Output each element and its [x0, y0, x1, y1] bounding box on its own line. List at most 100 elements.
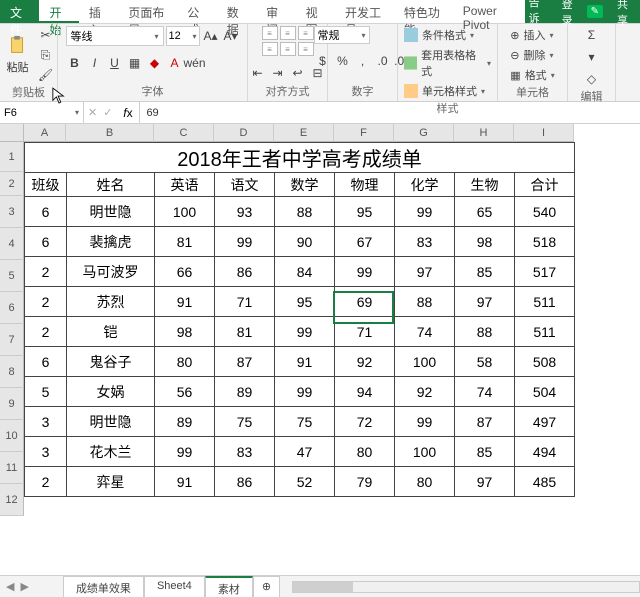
cell[interactable]: 6 — [25, 227, 67, 257]
row-header-7[interactable]: 7 — [0, 324, 24, 356]
tab-file[interactable]: 文件 — [0, 0, 39, 23]
italic-button[interactable]: I — [86, 54, 104, 72]
cell[interactable]: 75 — [275, 407, 335, 437]
col-header-C[interactable]: C — [154, 124, 214, 142]
cell[interactable]: 2 — [25, 287, 67, 317]
align-bottom-center[interactable]: ≡ — [280, 42, 296, 56]
cell[interactable]: 97 — [395, 257, 455, 287]
tab-special[interactable]: 特色功能 — [394, 0, 453, 23]
currency-button[interactable]: $ — [314, 52, 332, 70]
cell[interactable]: 鬼谷子 — [67, 347, 155, 377]
formula-value[interactable]: 69 — [140, 102, 640, 123]
cell[interactable]: 87 — [455, 407, 515, 437]
cell[interactable]: 83 — [395, 227, 455, 257]
cell[interactable]: 99 — [275, 377, 335, 407]
cell[interactable]: 71 — [215, 287, 275, 317]
sheet-nav-prev[interactable]: ◀ — [6, 580, 14, 593]
table-header[interactable]: 语文 — [215, 173, 275, 197]
cell[interactable]: 74 — [455, 377, 515, 407]
increase-indent-button[interactable]: ⇥ — [269, 64, 287, 82]
tab-pivot[interactable]: Power Pivot — [453, 0, 525, 23]
cell[interactable]: 52 — [275, 467, 335, 497]
table-title[interactable]: 2018年王者中学高考成绩单 — [25, 143, 575, 173]
fx-button[interactable]: fx — [116, 102, 140, 123]
font-size-select[interactable]: 12▾ — [166, 26, 200, 46]
cell[interactable]: 511 — [515, 287, 575, 317]
table-header[interactable]: 班级 — [25, 173, 67, 197]
cell[interactable]: 83 — [215, 437, 275, 467]
paste-button[interactable]: 粘贴 — [3, 33, 33, 77]
cancel-formula-icon[interactable]: ✕ — [88, 106, 97, 119]
cell[interactable]: 93 — [215, 197, 275, 227]
fill-button[interactable]: ▾ — [583, 48, 601, 66]
cell[interactable]: 明世隐 — [67, 197, 155, 227]
row-header-3[interactable]: 3 — [0, 196, 24, 228]
cell[interactable]: 99 — [275, 317, 335, 347]
row-header-4[interactable]: 4 — [0, 228, 24, 260]
name-box[interactable]: F6▾ — [0, 102, 84, 123]
table-header[interactable]: 化学 — [395, 173, 455, 197]
cell[interactable]: 94 — [335, 377, 395, 407]
cell[interactable]: 明世隐 — [67, 407, 155, 437]
cell[interactable]: 100 — [155, 197, 215, 227]
row-header-6[interactable]: 6 — [0, 292, 24, 324]
table-header[interactable]: 英语 — [155, 173, 215, 197]
cell[interactable]: 88 — [455, 317, 515, 347]
cell[interactable]: 517 — [515, 257, 575, 287]
table-header[interactable]: 数学 — [275, 173, 335, 197]
format-brush-button[interactable]: 🖌 — [37, 66, 55, 84]
new-sheet-button[interactable]: ⊕ — [253, 576, 280, 597]
increase-font-button[interactable]: A▴ — [202, 27, 220, 45]
cell-style-button[interactable]: 单元格样式 ▾ — [404, 82, 485, 100]
cell[interactable]: 6 — [25, 197, 67, 227]
increase-decimal-button[interactable]: .0 — [374, 52, 392, 70]
cell[interactable]: 铠 — [67, 317, 155, 347]
cell[interactable]: 80 — [395, 467, 455, 497]
cell[interactable]: 90 — [275, 227, 335, 257]
row-header-12[interactable]: 12 — [0, 484, 24, 516]
cell[interactable]: 47 — [275, 437, 335, 467]
sheet-tab-3[interactable]: 素材 — [205, 576, 253, 597]
cell[interactable]: 85 — [455, 437, 515, 467]
cell[interactable]: 71 — [335, 317, 395, 347]
underline-button[interactable]: U — [106, 54, 124, 72]
row-header-2[interactable]: 2 — [0, 172, 24, 196]
cell[interactable]: 88 — [275, 197, 335, 227]
cell[interactable]: 84 — [275, 257, 335, 287]
col-header-B[interactable]: B — [66, 124, 154, 142]
cell[interactable]: 540 — [515, 197, 575, 227]
align-bottom-left[interactable]: ≡ — [262, 42, 278, 56]
tab-layout[interactable]: 页面布局 — [118, 0, 177, 23]
align-bottom-right[interactable]: ≡ — [298, 42, 314, 56]
cell[interactable]: 494 — [515, 437, 575, 467]
col-header-I[interactable]: I — [514, 124, 574, 142]
cell[interactable]: 3 — [25, 437, 67, 467]
decrease-font-button[interactable]: A▾ — [222, 27, 240, 45]
insert-cells-button[interactable]: ⊕ 插入 ▾ — [510, 26, 553, 44]
cell[interactable]: 88 — [395, 287, 455, 317]
table-header[interactable]: 物理 — [335, 173, 395, 197]
phonetic-button[interactable]: wén — [186, 54, 204, 72]
cell[interactable]: 3 — [25, 407, 67, 437]
row-header-5[interactable]: 5 — [0, 260, 24, 292]
sheet-tab-1[interactable]: 成绩单效果 — [63, 576, 144, 597]
cell[interactable]: 81 — [155, 227, 215, 257]
cell[interactable]: 80 — [335, 437, 395, 467]
cell[interactable]: 花木兰 — [67, 437, 155, 467]
cut-button[interactable]: ✂ — [37, 26, 55, 44]
sheet-tab-2[interactable]: Sheet4 — [144, 576, 205, 597]
cell[interactable]: 马可波罗 — [67, 257, 155, 287]
tab-data[interactable]: 数据 — [217, 0, 256, 23]
share-button[interactable]: 共享 — [617, 0, 628, 28]
tab-view[interactable]: 视图 — [296, 0, 335, 23]
cell[interactable]: 58 — [455, 347, 515, 377]
border-button[interactable]: ▦ — [126, 54, 144, 72]
cell[interactable]: 99 — [335, 257, 395, 287]
cell[interactable]: 75 — [215, 407, 275, 437]
copy-button[interactable]: ⎘ — [37, 46, 55, 64]
col-header-G[interactable]: G — [394, 124, 454, 142]
col-header-A[interactable]: A — [24, 124, 66, 142]
row-header-8[interactable]: 8 — [0, 356, 24, 388]
cell[interactable]: 99 — [215, 227, 275, 257]
tab-review[interactable]: 审阅 — [256, 0, 295, 23]
